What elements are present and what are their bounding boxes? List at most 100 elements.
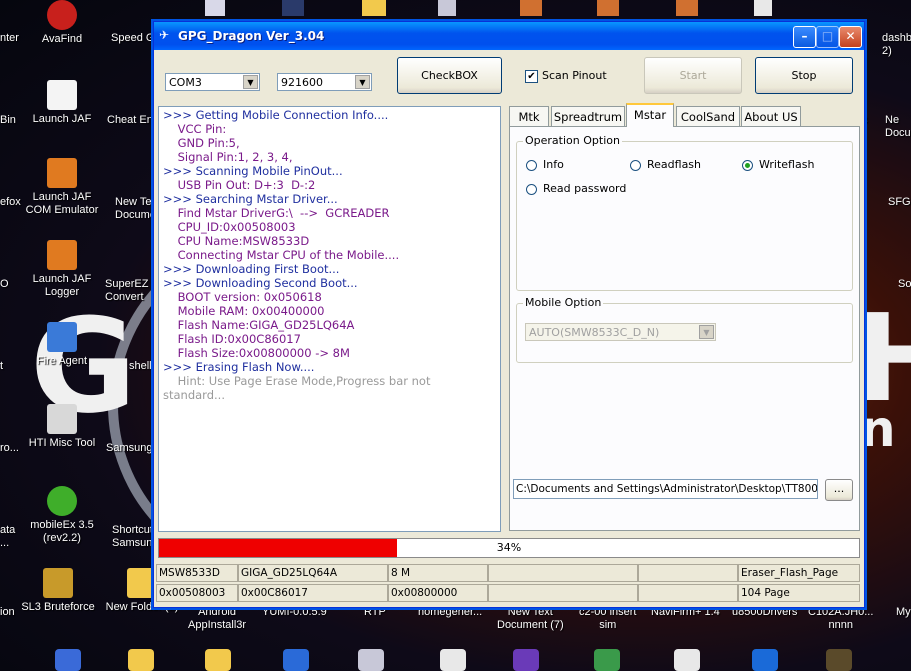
partial-icon[interactable] — [438, 0, 456, 16]
mobileex-icon — [47, 486, 77, 516]
mstar-tab-panel: Operation Option Info Readflash Writefla… — [509, 126, 860, 531]
log-line: CPU_ID:0x00508003 — [163, 220, 296, 234]
operation-option-group: Operation Option Info Readflash Writefla… — [516, 134, 853, 291]
tab-mtk[interactable]: Mtk — [509, 106, 549, 126]
chevron-down-icon[interactable]: ▼ — [355, 75, 370, 89]
desktop-fragment[interactable]: t — [0, 360, 3, 373]
tab-mstar[interactable]: Mstar — [626, 103, 674, 127]
read-password-radio[interactable] — [526, 184, 537, 195]
partial-icon[interactable] — [440, 649, 466, 671]
desktop-fragment[interactable]: Ne Docu — [885, 114, 911, 140]
jaf-emulator-icon — [47, 158, 77, 188]
desktop-icon-launch-jaf[interactable]: Launch JAF — [17, 80, 107, 126]
desktop-icon-label[interactable]: New Text Document (7) — [497, 606, 564, 632]
desktop-fragment[interactable]: So — [898, 278, 911, 291]
readflash-radio[interactable] — [630, 160, 641, 171]
partial-icon[interactable] — [826, 649, 852, 671]
desktop-fragment[interactable]: O — [0, 278, 9, 291]
desktop-icon-label[interactable]: New Te Docume — [115, 196, 156, 222]
lock-icon — [43, 568, 73, 598]
maximize-button[interactable]: □ — [816, 26, 839, 48]
info-radio[interactable] — [526, 160, 537, 171]
baud-select[interactable]: 921600 ▼ — [277, 73, 372, 91]
desktop-icon-hti-misc-tool[interactable]: HTI Misc Tool — [17, 404, 107, 450]
desktop-icon-label[interactable]: shell — [129, 360, 152, 373]
desktop-icon-label[interactable]: Speed G — [111, 32, 154, 45]
log-line: >>> Downloading Second Boot... — [163, 276, 358, 290]
mobile-option-group: Mobile Option AUTO(SMW8533C_D_N) ▼ — [516, 296, 853, 363]
desktop-fragment[interactable]: Bin — [0, 114, 16, 127]
status-cell: Eraser_Flash_Page — [738, 564, 860, 582]
log-line: >>> Scanning Mobile PinOut... — [163, 164, 343, 178]
chevron-down-icon[interactable]: ▼ — [243, 75, 258, 89]
desktop-fragment[interactable]: SFG — [888, 196, 911, 209]
minimize-button[interactable]: – — [793, 26, 816, 48]
log-line: Signal Pin:1, 2, 3, 4, — [163, 150, 293, 164]
readflash-radio-label: Readflash — [647, 158, 702, 171]
partial-icon[interactable] — [597, 0, 619, 16]
partial-icon[interactable] — [754, 0, 772, 16]
desktop-icon-label[interactable]: Cheat Eng — [107, 114, 159, 127]
writeflash-radio[interactable] — [742, 160, 753, 171]
status-cell: MSW8533D — [156, 564, 238, 582]
partial-icon[interactable] — [520, 0, 542, 16]
progress-text: 34% — [496, 541, 522, 554]
desktop-icon-label[interactable]: C102A.JH0... nnnn — [808, 606, 873, 632]
checkbox-button[interactable]: CheckBOX — [397, 57, 502, 94]
folder-icon[interactable] — [205, 649, 231, 671]
tab-spreadtrum[interactable]: Spreadtrum — [551, 106, 625, 126]
partial-icon[interactable] — [513, 649, 539, 671]
title-bar[interactable]: ✈ GPG_Dragon Ver_3.04 – □ ✕ — [154, 22, 864, 50]
scan-pinout-checkbox[interactable]: ✔ — [525, 70, 538, 83]
browse-button[interactable]: ... — [825, 479, 853, 501]
folder-icon[interactable] — [128, 649, 154, 671]
desktop-icon-avafind[interactable]: AvaFind — [17, 0, 107, 46]
desktop-icon-label[interactable]: Shortcut Samsun — [112, 524, 153, 550]
tab-about-us[interactable]: About US — [741, 106, 801, 126]
log-line: CPU Name:MSW8533D — [163, 234, 310, 248]
log-output[interactable]: >>> Getting Mobile Connection Info.... V… — [158, 106, 501, 532]
dragon-app-icon: ✈ — [159, 28, 170, 42]
status-cell: 0x00C86017 — [238, 584, 388, 602]
tab-coolsand[interactable]: CoolSand — [676, 106, 740, 126]
file-path-input[interactable]: C:\Documents and Settings\Administrator\… — [513, 479, 818, 499]
status-cell: 104 Page — [738, 584, 860, 602]
log-line: Find Mstar DriverG:\ --> GCREADER — [163, 206, 390, 220]
status-cell — [488, 564, 638, 582]
desktop-icon-mobileex[interactable]: mobileEx 3.5 (rev2.2) — [17, 486, 107, 545]
port-select[interactable]: COM3 ▼ — [165, 73, 260, 91]
partial-icon[interactable] — [55, 649, 81, 671]
desktop-fragment[interactable]: dashb 2) — [882, 32, 911, 58]
mobile-option-label: Mobile Option — [523, 296, 604, 309]
desktop-icon-jaf-logger[interactable]: Launch JAF Logger — [17, 240, 107, 299]
desktop-icon-label[interactable]: Samsung — [106, 442, 152, 455]
desktop-icon-fire-agent[interactable]: Fire Agent — [17, 322, 107, 368]
partial-icon[interactable] — [205, 0, 225, 16]
partial-icon[interactable] — [594, 649, 620, 671]
folder-icon[interactable] — [362, 0, 386, 16]
bluetooth-icon[interactable] — [752, 649, 778, 671]
partial-icon[interactable] — [358, 649, 384, 671]
toolbox-icon — [47, 404, 77, 434]
desktop-icon-label[interactable]: c2-00 insert sim — [579, 606, 636, 632]
stop-button[interactable]: Stop — [755, 57, 853, 94]
desktop-icon-jaf-com-emulator[interactable]: Launch JAF COM Emulator — [17, 158, 107, 217]
partial-icon[interactable] — [676, 0, 698, 16]
chevron-down-icon[interactable]: ▼ — [699, 325, 714, 339]
log-line: Flash ID:0x00C86017 — [163, 332, 301, 346]
desktop-icon-label[interactable]: My — [896, 606, 911, 619]
status-cell: 8 M — [388, 564, 488, 582]
log-line: >>> Erasing Flash Now.... — [163, 360, 315, 374]
desktop-icon-sl3-bruteforce[interactable]: SL3 Bruteforce — [13, 568, 103, 614]
close-button[interactable]: ✕ — [839, 26, 862, 48]
writeflash-radio-label: Writeflash — [759, 158, 815, 171]
status-cell: GIGA_GD25LQ64A — [238, 564, 388, 582]
partial-icon[interactable] — [674, 649, 700, 671]
partial-icon[interactable] — [283, 649, 309, 671]
mobile-option-select[interactable]: AUTO(SMW8533C_D_N) ▼ — [525, 323, 716, 341]
partial-icon[interactable] — [282, 0, 304, 16]
start-button[interactable]: Start — [644, 57, 742, 94]
desktop-fragment[interactable]: ata ... — [0, 524, 15, 550]
desktop-icon-label[interactable]: Android AppInstall3r — [188, 606, 246, 632]
status-cell: 0x00800000 — [388, 584, 488, 602]
